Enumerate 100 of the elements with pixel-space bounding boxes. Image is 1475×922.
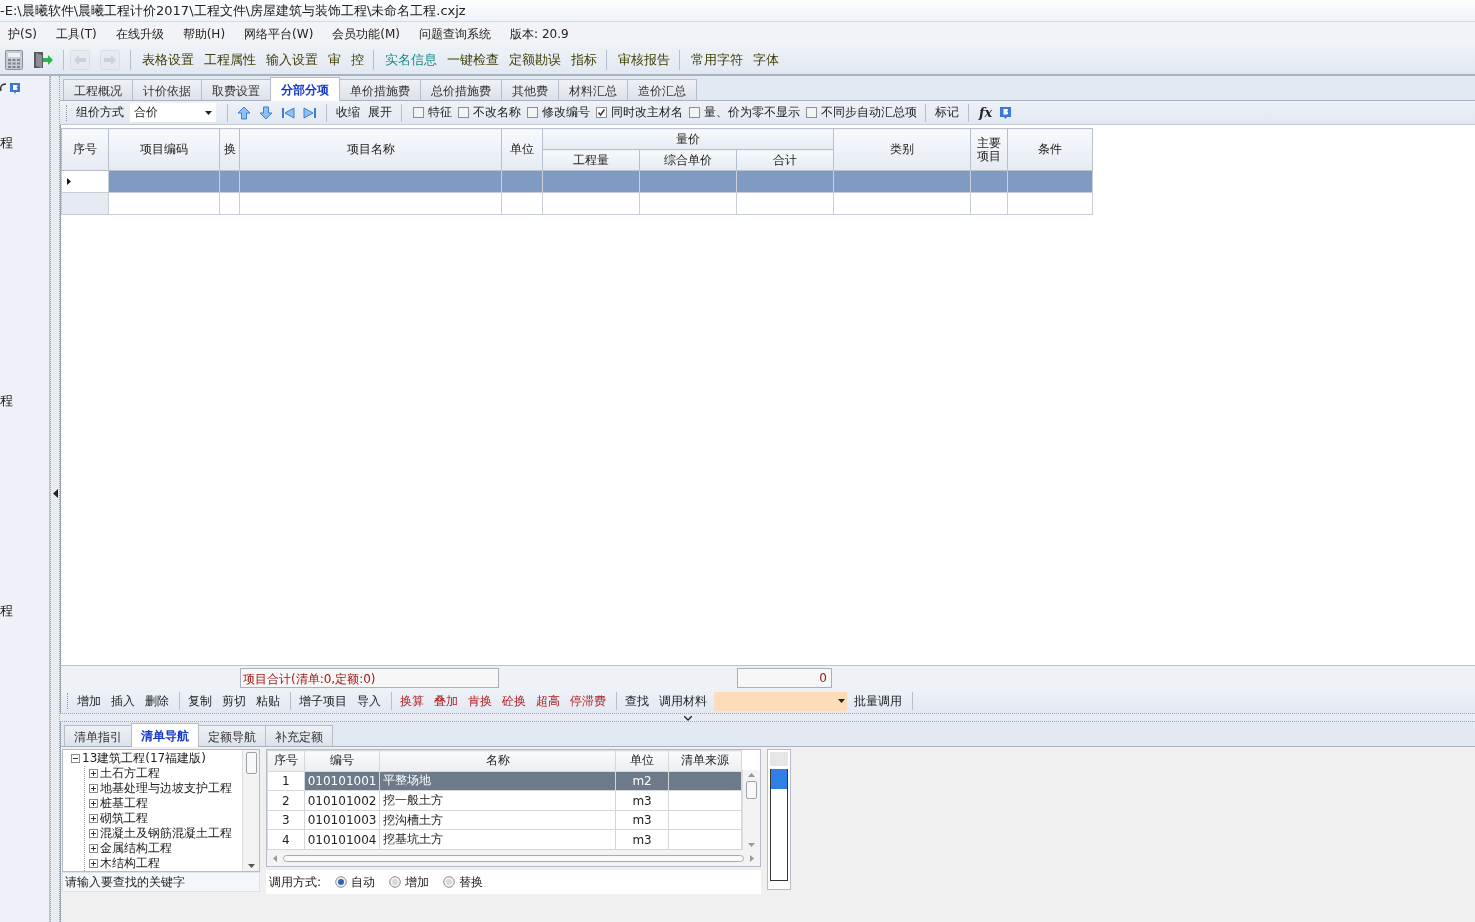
menu-item[interactable]: 版本: 20.9 xyxy=(501,23,578,45)
scrollbar-thumb[interactable] xyxy=(283,854,744,862)
toolbar-button[interactable]: 停滞费 xyxy=(566,691,610,711)
tree-item[interactable]: 桩基工程 xyxy=(100,795,148,812)
toolbar-button[interactable]: 展开 xyxy=(364,104,396,121)
radio-button[interactable] xyxy=(335,876,348,888)
tree-item[interactable]: 程 xyxy=(0,602,14,620)
tab[interactable]: 材料汇总 xyxy=(558,79,628,100)
toolbar-button[interactable]: 批量调用 xyxy=(850,691,906,711)
tab[interactable]: 定额导航 xyxy=(198,725,266,746)
tab[interactable]: 清单指引 xyxy=(64,725,132,746)
checkbox[interactable] xyxy=(689,107,700,118)
tree-item[interactable]: 木结构工程 xyxy=(100,855,160,871)
tree-item[interactable]: 土石方工程 xyxy=(100,765,160,782)
tree-item[interactable]: 地基处理与边坡支护工程 xyxy=(100,780,232,797)
toolbar-button[interactable]: 删除 xyxy=(141,691,173,711)
checkbox[interactable] xyxy=(527,107,538,118)
curve-icon[interactable] xyxy=(0,82,6,94)
list-row[interactable]: 4 010101004 挖基坑土方 m3 xyxy=(267,829,742,850)
down-arrow-icon[interactable] xyxy=(259,105,273,120)
tab[interactable]: 补充定额 xyxy=(265,725,333,746)
checkbox[interactable] xyxy=(458,107,469,118)
tree-item[interactable]: 程 xyxy=(0,134,14,152)
scroll-down-icon[interactable] xyxy=(247,864,255,868)
checkbox[interactable] xyxy=(596,107,607,118)
scroll-right-icon[interactable] xyxy=(750,854,754,862)
note-icon[interactable] xyxy=(999,105,1013,120)
toolbar-button[interactable]: 表格设置 xyxy=(137,50,199,70)
table-row[interactable] xyxy=(61,170,1093,193)
toolbar-button[interactable]: 复制 xyxy=(184,691,216,711)
checkbox[interactable] xyxy=(806,107,817,118)
note-icon[interactable] xyxy=(9,82,21,95)
toolbar-button[interactable]: 常用字符 xyxy=(686,50,748,70)
menu-item[interactable]: 工具(T) xyxy=(47,23,106,45)
toolbar-button[interactable]: 一键检查 xyxy=(442,50,504,70)
method-dropdown[interactable]: 合价 xyxy=(130,103,216,122)
tab[interactable]: 清单导航 xyxy=(131,723,199,747)
toolbar-button[interactable]: 插入 xyxy=(107,691,139,711)
toolbar-button[interactable]: 调用材料 xyxy=(655,691,711,711)
toolbar-button[interactable]: 控 xyxy=(346,50,369,70)
tab[interactable]: 总价措施费 xyxy=(420,79,502,100)
tab[interactable]: 其他费 xyxy=(501,79,559,100)
toolbar-button[interactable]: 输入设置 xyxy=(261,50,323,70)
exit-icon[interactable] xyxy=(33,51,53,69)
toolbar-button[interactable]: 增子项目 xyxy=(295,691,351,711)
toolbar-button[interactable]: 叠加 xyxy=(430,691,462,711)
toolbar-button[interactable]: 查找 xyxy=(621,691,653,711)
scrollbar-thumb[interactable] xyxy=(245,751,257,774)
toolbar-button[interactable]: 粘贴 xyxy=(252,691,284,711)
expand-icon[interactable] xyxy=(89,799,98,808)
tab[interactable]: 造价汇总 xyxy=(627,79,697,100)
tab[interactable]: 分部分项 xyxy=(270,77,340,101)
expand-icon[interactable] xyxy=(89,769,98,778)
toolbar-button[interactable]: 肯换 xyxy=(464,691,496,711)
collapse-icon[interactable] xyxy=(71,754,80,763)
tree-item[interactable]: 砌筑工程 xyxy=(100,810,148,827)
checkbox[interactable] xyxy=(413,107,424,118)
list-row[interactable]: 2 010101002 挖一般土方 m3 xyxy=(267,790,742,811)
tab[interactable]: 单价措施费 xyxy=(339,79,421,100)
tree-item[interactable]: 金属结构工程 xyxy=(100,840,172,857)
radio-button[interactable] xyxy=(389,876,402,888)
toolbar-button[interactable]: 指标 xyxy=(566,50,602,70)
list-row[interactable]: 1 010101001 平整场地 m2 xyxy=(267,771,742,791)
scrollbar-thumb[interactable] xyxy=(746,781,758,799)
menu-item[interactable]: 会员功能(M) xyxy=(323,23,410,45)
expand-icon[interactable] xyxy=(89,859,98,868)
toolbar-button[interactable]: 工程属性 xyxy=(199,50,261,70)
last-icon[interactable] xyxy=(303,106,317,119)
tree-item[interactable]: 混凝土及钢筋混凝土工程 xyxy=(100,825,232,842)
toolbar-button[interactable]: 审核报告 xyxy=(613,50,675,70)
toolbar-button[interactable]: 审 xyxy=(323,50,346,70)
menu-item[interactable]: 在线升级 xyxy=(106,23,173,45)
toolbar-button[interactable]: 实名信息 xyxy=(380,50,442,70)
tree-item[interactable]: 程 xyxy=(0,392,14,410)
toolbar-button[interactable]: 收缩 xyxy=(332,104,364,121)
radio-button[interactable] xyxy=(443,876,456,888)
side-list[interactable] xyxy=(767,749,791,890)
first-icon[interactable] xyxy=(281,106,295,119)
expand-icon[interactable] xyxy=(89,829,98,838)
expand-icon[interactable] xyxy=(89,844,98,853)
collapse-arrow-icon[interactable] xyxy=(52,488,58,498)
menu-item[interactable]: 问题查询系统 xyxy=(410,23,501,45)
toolbar-button[interactable]: 换算 xyxy=(396,691,428,711)
toolbar-button[interactable]: 导入 xyxy=(353,691,385,711)
toolbar-button[interactable]: 剪切 xyxy=(218,691,250,711)
toolbar-button[interactable]: 砼换 xyxy=(498,691,530,711)
search-field[interactable]: 请输入要查找的关键字 xyxy=(62,872,260,892)
tab[interactable]: 取费设置 xyxy=(201,79,271,100)
calculator-icon[interactable] xyxy=(5,50,23,70)
menu-item[interactable]: 网络平台(W) xyxy=(235,23,323,45)
up-arrow-icon[interactable] xyxy=(237,105,251,120)
menu-item[interactable]: 帮助(H) xyxy=(173,23,235,45)
toolbar-button[interactable]: 定额勘误 xyxy=(504,50,566,70)
toolbar-button[interactable]: 超高 xyxy=(532,691,564,711)
scroll-left-icon[interactable] xyxy=(273,854,277,862)
toolbar-button[interactable]: 字体 xyxy=(748,50,784,70)
toolbar-button[interactable]: 增加 xyxy=(73,691,105,711)
expand-icon[interactable] xyxy=(89,814,98,823)
tab[interactable]: 工程概况 xyxy=(63,79,133,100)
scroll-up-icon[interactable] xyxy=(748,773,756,777)
